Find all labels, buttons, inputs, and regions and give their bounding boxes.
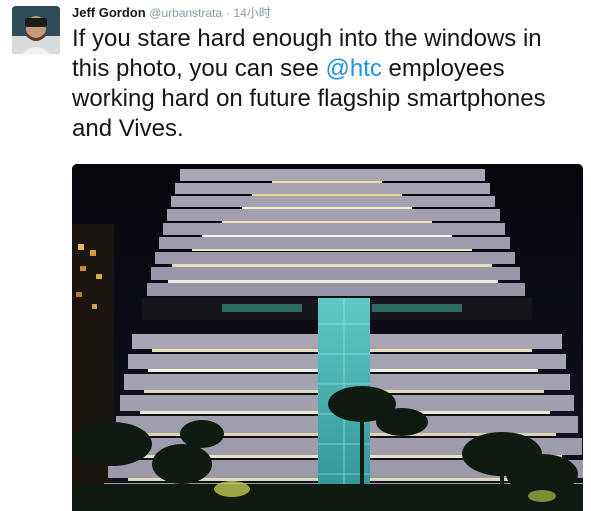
tweet-photo[interactable] <box>72 164 583 511</box>
upper-tower <box>147 169 525 296</box>
author-avatar[interactable] <box>12 6 60 54</box>
author-handle[interactable]: @urbanstrata <box>149 6 222 20</box>
tweet-timestamp[interactable]: 14小时 <box>233 6 270 20</box>
tweet-text: If you stare hard enough into the window… <box>72 24 582 144</box>
left-building <box>72 224 114 511</box>
building-photo <box>72 164 583 511</box>
author-name[interactable]: Jeff Gordon <box>72 5 146 20</box>
meta-separator: · <box>225 6 230 20</box>
avatar-photo <box>12 6 60 54</box>
tweet-header: Jeff Gordon @urbanstrata · 14小时 <box>72 5 271 21</box>
mention-link[interactable]: @htc <box>326 55 382 82</box>
